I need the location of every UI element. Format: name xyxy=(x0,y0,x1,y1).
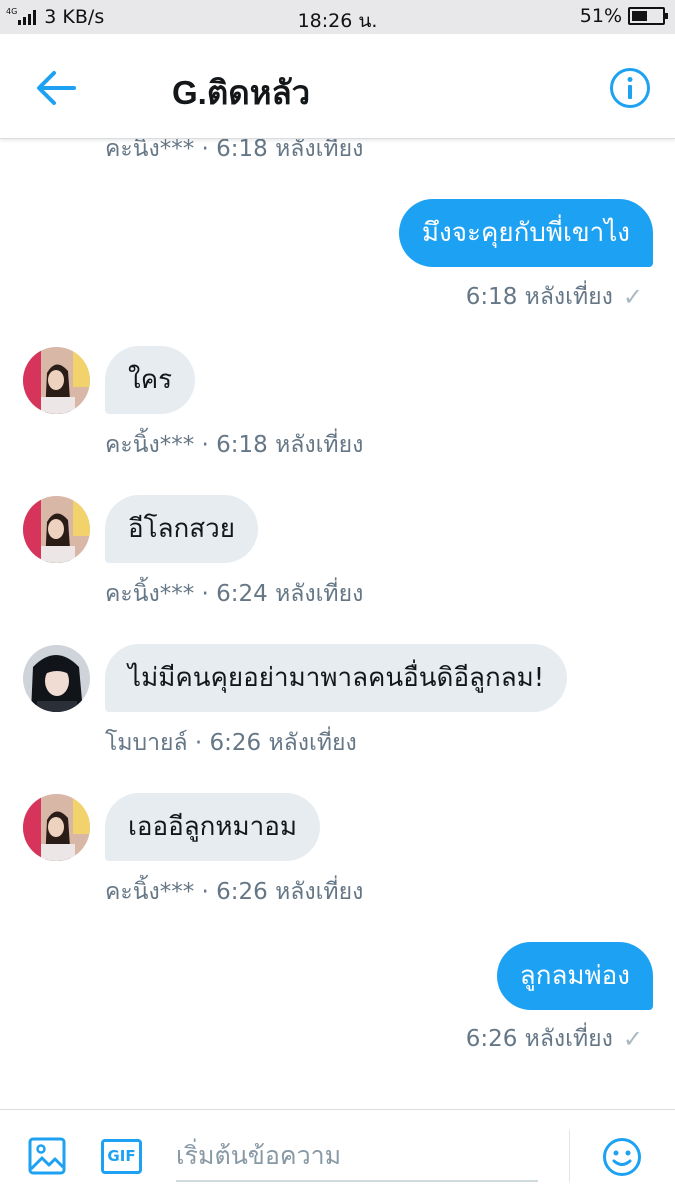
message-thread[interactable]: คะนิ้ง*** · 6:18 หลังเที่ยง มึงจะคุยกับพ… xyxy=(0,139,675,1109)
avatar-image xyxy=(23,496,90,563)
avatar[interactable] xyxy=(23,645,90,712)
gif-button[interactable]: GIF xyxy=(101,1139,142,1174)
emoji-button[interactable] xyxy=(602,1137,642,1177)
outgoing-message-bubble[interactable]: มึงจะคุยกับพี่เขาไง xyxy=(398,199,653,267)
message-meta: โมบายล์ · 6:26 หลังเที่ยง xyxy=(105,730,357,756)
back-button[interactable] xyxy=(34,68,78,108)
clock: 18:26 น. xyxy=(297,10,378,32)
message-meta: คะนิ้ง*** · 6:24 หลังเที่ยง xyxy=(105,581,364,607)
message-input[interactable] xyxy=(176,1130,538,1182)
message-meta: คะนิ้ง*** · 6:18 หลังเที่ยง xyxy=(105,432,364,458)
incoming-message-bubble[interactable]: ไม่มีคนคุยอย่ามาพาลคนอื่นดิอีลูกลม! xyxy=(105,644,568,712)
message-meta: 6:26 หลังเที่ยง ✓ xyxy=(466,1021,643,1057)
avatar-image xyxy=(23,645,90,712)
avatar-image xyxy=(23,347,90,414)
battery-status: 51% xyxy=(579,5,668,27)
message-timestamp: 6:26 หลังเที่ยง xyxy=(465,1026,613,1052)
message-meta: คะนิ้ง*** · 6:18 หลังเที่ยง xyxy=(105,139,364,162)
incoming-message-bubble[interactable]: อีโลกสวย xyxy=(105,495,258,563)
smiley-icon xyxy=(603,1138,641,1176)
incoming-message-bubble[interactable]: เอออีลูกหมาอม xyxy=(105,793,321,861)
avatar[interactable] xyxy=(23,496,90,563)
divider xyxy=(569,1130,570,1182)
conversation-title: G.ติดหลัว xyxy=(172,74,311,111)
conversation-header: G.ติดหลัว xyxy=(0,34,675,139)
incoming-message-bubble[interactable]: ใคร xyxy=(105,346,196,414)
outgoing-message-bubble[interactable]: ลูกลมพ่อง xyxy=(496,942,653,1010)
add-photo-button[interactable] xyxy=(28,1137,66,1175)
message-meta: คะนิ้ง*** · 6:26 หลังเที่ยง xyxy=(105,879,364,905)
battery-percent: 51% xyxy=(579,5,622,27)
status-bar: 4G 3 KB/s 18:26 น. 51% xyxy=(0,0,675,34)
arrow-left-icon xyxy=(37,71,76,105)
avatar[interactable] xyxy=(23,794,90,861)
check-icon: ✓ xyxy=(622,1025,643,1053)
avatar-image xyxy=(23,794,90,861)
image-icon xyxy=(28,1137,66,1175)
avatar[interactable] xyxy=(23,347,90,414)
battery-icon xyxy=(628,7,668,25)
info-circle-icon xyxy=(610,68,650,108)
message-timestamp: 6:18 หลังเที่ยง xyxy=(465,284,613,310)
message-meta: 6:18 หลังเที่ยง ✓ xyxy=(466,279,643,315)
check-icon: ✓ xyxy=(622,283,643,311)
message-composer: GIF xyxy=(0,1109,675,1200)
info-button[interactable] xyxy=(609,67,651,109)
